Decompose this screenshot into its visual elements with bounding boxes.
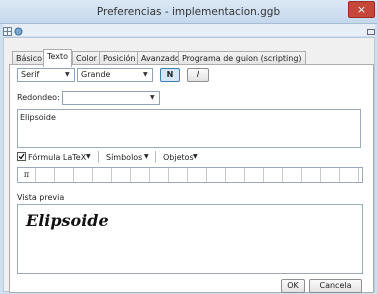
symbol-cell[interactable] [56, 168, 74, 182]
preview-text: Elipsoide [26, 211, 109, 230]
symbol-cell[interactable] [189, 168, 207, 182]
chevron-down-icon: ▼ [150, 94, 155, 101]
grid-icon[interactable] [3, 27, 12, 36]
symbol-cell[interactable] [227, 168, 245, 182]
rounding-select[interactable]: ▼ [62, 91, 160, 105]
symbol-cell[interactable] [170, 168, 188, 182]
text-editor-value: Elipsoide [20, 113, 56, 122]
cancel-button[interactable]: Cancela [309, 279, 362, 293]
symbol-cell[interactable] [151, 168, 169, 182]
symbol-cell[interactable] [284, 168, 302, 182]
preview-panel: Elipsoide [17, 204, 363, 274]
symbol-cell[interactable] [322, 168, 340, 182]
font-size-value: Grande [81, 70, 111, 79]
divider [98, 151, 99, 163]
chevron-down-icon: ▼ [65, 71, 70, 78]
text-editor[interactable]: Elipsoide [17, 109, 361, 148]
symbol-cell[interactable] [37, 168, 55, 182]
close-button[interactable]: × [348, 1, 375, 18]
objects-menu[interactable]: Objetos [163, 153, 194, 162]
symbol-cell[interactable] [94, 168, 112, 182]
symbol-cell[interactable] [265, 168, 283, 182]
symbol-strip: π [17, 167, 363, 183]
chevron-down-icon: ▼ [143, 71, 148, 78]
font-family-value: Serif [21, 70, 40, 79]
symbol-pi[interactable]: π [18, 168, 36, 182]
symbol-cell[interactable] [208, 168, 226, 182]
italic-toggle[interactable]: I [187, 68, 209, 82]
symbol-cell[interactable] [246, 168, 264, 182]
window-title: Preferencias - implementacion.ggb [96, 6, 281, 18]
symbol-cell[interactable] [341, 168, 359, 182]
latex-label[interactable]: Fórmula LaTeX [28, 153, 86, 162]
settings-icon[interactable] [14, 27, 23, 36]
symbols-dropdown-icon[interactable]: ▼ [144, 153, 149, 160]
objects-dropdown-icon[interactable]: ▼ [193, 153, 198, 160]
symbol-cell[interactable] [303, 168, 321, 182]
rounding-label: Redondeo: [17, 93, 60, 102]
dock-icon[interactable] [367, 27, 376, 36]
ok-button[interactable]: OK [281, 279, 305, 293]
symbol-cell[interactable] [113, 168, 131, 182]
latex-checkbox[interactable] [17, 152, 26, 161]
symbol-cell[interactable] [75, 168, 93, 182]
preview-label: Vista previa [17, 193, 65, 202]
font-family-select[interactable]: Serif ▼ [17, 68, 75, 82]
divider [155, 151, 156, 163]
tab-texto[interactable]: Texto [43, 49, 73, 67]
symbols-menu[interactable]: Símbolos [106, 153, 142, 162]
symbol-cell[interactable] [132, 168, 150, 182]
font-size-select[interactable]: Grande ▼ [77, 68, 153, 82]
bold-toggle[interactable]: N [160, 68, 180, 82]
latex-dropdown-icon[interactable]: ▼ [86, 153, 91, 160]
mini-toolbar [3, 24, 375, 36]
